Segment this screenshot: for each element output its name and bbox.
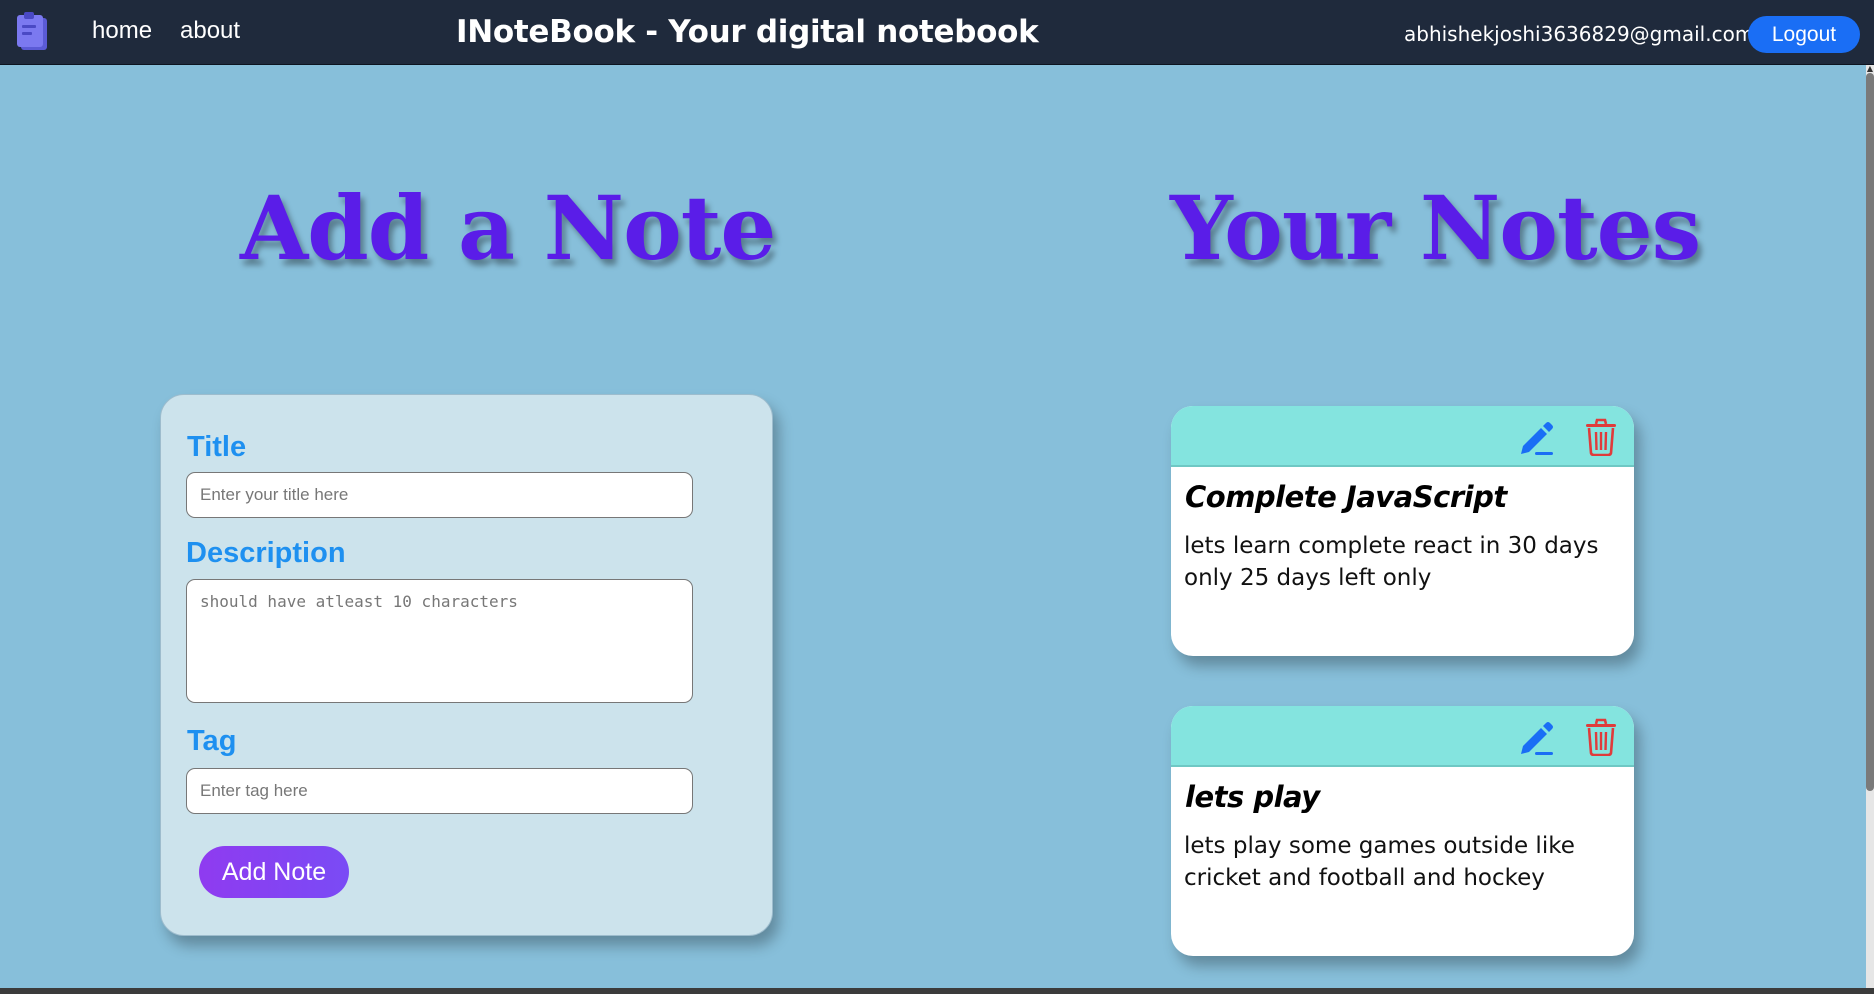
title-input[interactable] xyxy=(186,472,693,518)
pencil-icon[interactable] xyxy=(1517,418,1555,456)
trash-icon[interactable] xyxy=(1584,718,1618,757)
note-card-header xyxy=(1171,406,1634,467)
note-card-header xyxy=(1171,706,1634,767)
tag-label: Tag xyxy=(187,725,237,757)
scroll-up-icon[interactable]: ▲ xyxy=(1866,65,1874,73)
note-description: lets learn complete react in 30 days onl… xyxy=(1184,533,1599,591)
window-bottom-edge xyxy=(0,988,1874,994)
nav-link-home[interactable]: home xyxy=(92,17,152,45)
pencil-icon[interactable] xyxy=(1517,718,1555,756)
title-label: Title xyxy=(187,431,247,463)
add-note-button[interactable]: Add Note xyxy=(199,846,349,898)
note-card: lets play lets play some games outside l… xyxy=(1171,706,1634,956)
note-description: lets play some games outside like cricke… xyxy=(1184,833,1575,891)
tag-input[interactable] xyxy=(186,768,693,814)
logout-button[interactable]: Logout xyxy=(1748,16,1860,53)
note-title: lets play xyxy=(1185,780,1320,814)
trash-icon[interactable] xyxy=(1584,418,1618,457)
user-email: abhishekjoshi3636829@gmail.com xyxy=(1404,22,1755,46)
add-note-form: Title Description Tag Add Note xyxy=(160,394,773,936)
your-notes-heading: Your Notes xyxy=(1170,176,1701,280)
vertical-scrollbar[interactable]: ▲ xyxy=(1866,65,1874,991)
description-textarea[interactable] xyxy=(186,579,693,703)
scrollbar-thumb[interactable] xyxy=(1866,73,1874,791)
description-label: Description xyxy=(186,537,346,569)
brand-title: INoteBook - Your digital notebook xyxy=(456,14,1039,50)
add-note-heading: Add a Note xyxy=(240,176,776,280)
nav-link-about[interactable]: about xyxy=(180,17,240,45)
note-card: Complete JavaScript lets learn complete … xyxy=(1171,406,1634,656)
note-title: Complete JavaScript xyxy=(1185,480,1507,514)
navbar: home about INoteBook - Your digital note… xyxy=(0,0,1874,65)
notebook-icon[interactable] xyxy=(14,12,52,52)
